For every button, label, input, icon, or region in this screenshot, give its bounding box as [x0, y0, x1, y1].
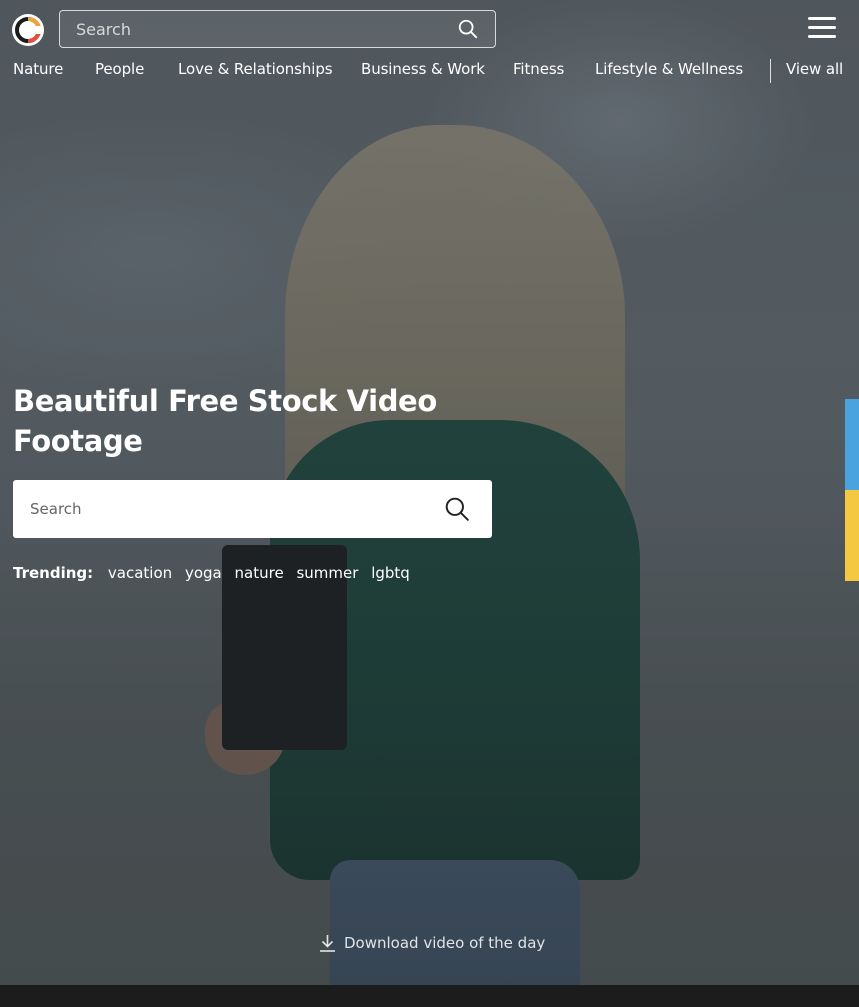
menu-line	[808, 17, 836, 20]
search-icon[interactable]	[444, 496, 470, 522]
logo-icon	[15, 17, 41, 43]
site-logo[interactable]	[12, 14, 44, 46]
download-video-of-the-day-link[interactable]: Download video of the day	[319, 934, 545, 952]
trending-tags: Trending: vacation yoga nature summer lg…	[13, 564, 418, 582]
nav-item-people[interactable]: People	[95, 60, 144, 78]
download-label: Download video of the day	[344, 934, 546, 952]
nav-item-nature[interactable]: Nature	[13, 60, 63, 78]
menu-line	[808, 35, 836, 38]
header-search-input[interactable]	[60, 19, 457, 39]
nav-item-love-relationships[interactable]: Love & Relationships	[178, 60, 333, 78]
footer-bar	[0, 985, 859, 1007]
trending-tag[interactable]: nature	[235, 564, 284, 582]
hero-search-input[interactable]	[13, 500, 444, 518]
side-feedback-tab-yellow[interactable]	[845, 490, 859, 581]
trending-tag[interactable]: vacation	[108, 564, 172, 582]
nav-item-lifestyle-wellness[interactable]: Lifestyle & Wellness	[595, 60, 743, 78]
hamburger-menu-icon[interactable]	[808, 17, 836, 41]
hero-search-bar[interactable]	[13, 480, 492, 538]
search-icon[interactable]	[457, 18, 479, 40]
nav-item-view-all[interactable]: View all	[786, 60, 843, 78]
download-icon	[320, 935, 335, 952]
menu-line	[808, 26, 836, 29]
trending-tag[interactable]: summer	[296, 564, 358, 582]
trending-tag[interactable]: lgbtq	[371, 564, 410, 582]
trending-label: Trending:	[13, 564, 94, 582]
header-search-bar[interactable]	[59, 10, 496, 48]
nav-item-fitness[interactable]: Fitness	[513, 60, 564, 78]
side-feedback-tab-blue[interactable]	[845, 399, 859, 490]
nav-item-business-work[interactable]: Business & Work	[361, 60, 485, 78]
hero-title: Beautiful Free Stock Video Footage	[13, 384, 437, 458]
trending-tag[interactable]: yoga	[185, 564, 222, 582]
nav-divider	[770, 59, 771, 83]
